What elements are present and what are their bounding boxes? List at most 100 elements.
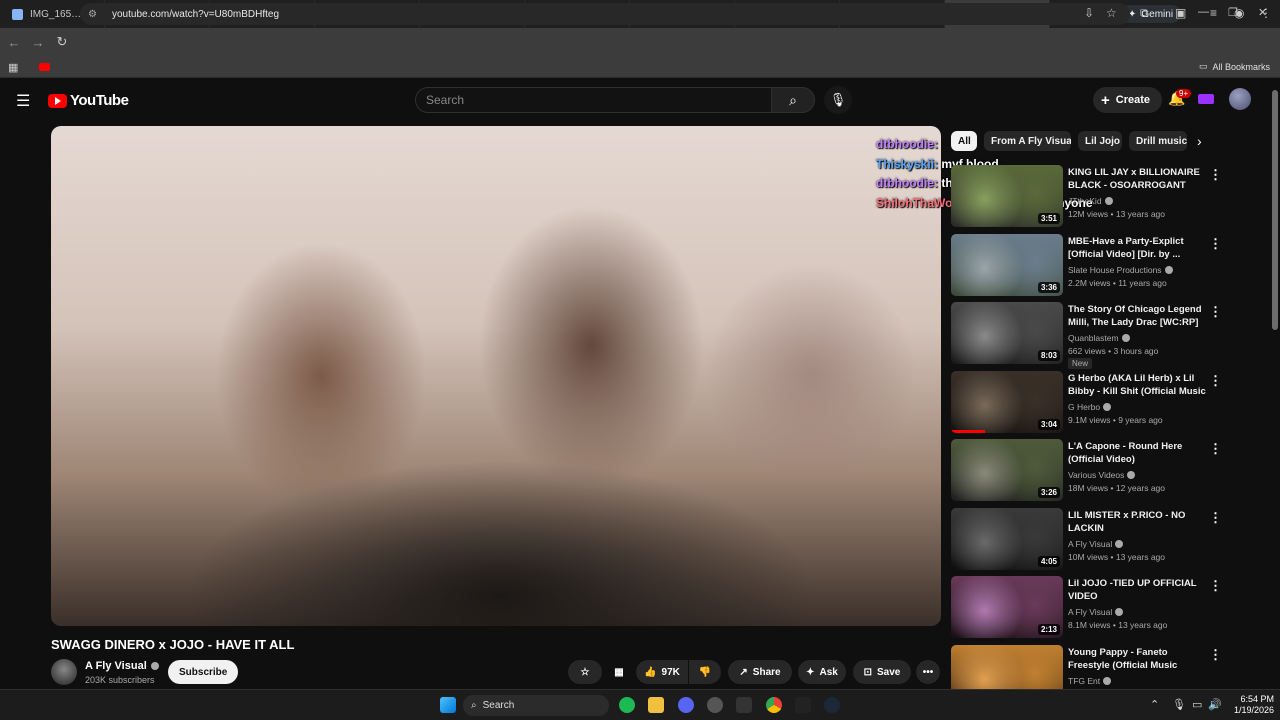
windows-start-icon[interactable]	[440, 697, 456, 713]
video-title[interactable]: The Story Of Chicago Legend Milli, The L…	[1068, 303, 1208, 329]
video-menu-icon[interactable]: ⋮	[1209, 304, 1222, 320]
all-bookmarks-button[interactable]: ▭ All Bookmarks	[1199, 61, 1270, 72]
channel-name-text[interactable]: A Fly Visual	[85, 660, 147, 672]
app-icon[interactable]	[707, 697, 723, 713]
create-button[interactable]: + Create	[1093, 87, 1163, 113]
search-button[interactable]: ⌕	[771, 87, 815, 113]
tray-chevron-icon[interactable]: ⌃	[1150, 698, 1159, 711]
video-thumbnail[interactable]: 3:36	[951, 233, 1063, 296]
mic-tray-icon[interactable]: 🎙	[1172, 698, 1186, 711]
like-button[interactable]: 👍 97K	[636, 660, 688, 684]
video-title[interactable]: Young Pappy - Faneto Freestyle (Official…	[1068, 646, 1208, 673]
url-text[interactable]: youtube.com/watch?v=U80mBDHfteg	[112, 9, 279, 20]
app-icon-2[interactable]	[795, 697, 811, 713]
share-button[interactable]: ↗ Share	[728, 660, 792, 684]
recommended-video[interactable]: 4:05 LIL MISTER x P.RICO - NO LACKIN A Fly…	[951, 507, 1231, 572]
video-menu-icon[interactable]: ⋮	[1209, 510, 1222, 526]
video-channel[interactable]: Various Videos	[1068, 470, 1136, 480]
volume-icon[interactable]: 🔊	[1208, 698, 1222, 711]
filter-chip[interactable]: Lil Jojo	[1078, 131, 1122, 151]
site-info-icon[interactable]: ⚙	[88, 9, 102, 20]
filter-chip[interactable]: All	[951, 131, 977, 151]
video-title[interactable]: KING LIL JAY x BILLIONAIRE BLACK - OSOAR…	[1068, 166, 1208, 192]
forward-icon[interactable]: →	[26, 35, 50, 50]
voice-search-button[interactable]: 🎙	[824, 86, 852, 114]
video-title[interactable]: MBE-Have a Party-Explict [Official Video…	[1068, 235, 1208, 261]
channel-name[interactable]: A Fly Visual	[85, 660, 159, 672]
system-clock[interactable]: 6:54 PM 1/19/2026	[1222, 694, 1274, 716]
video-channel[interactable]: Slate House Productions	[1068, 265, 1173, 275]
video-menu-icon[interactable]: ⋮	[1209, 373, 1222, 389]
more-actions-button[interactable]: •••	[916, 660, 940, 684]
search-input[interactable]	[415, 87, 772, 113]
epic-games-icon[interactable]	[736, 697, 752, 713]
profile-icon[interactable]: ◉	[1234, 6, 1244, 20]
bookmark-star-icon[interactable]: ☆	[1106, 6, 1117, 20]
reload-icon[interactable]: ↻	[50, 34, 74, 50]
spotify-icon[interactable]	[619, 697, 635, 713]
discord-icon[interactable]	[678, 697, 694, 713]
filter-chip[interactable]: Drill music	[1129, 131, 1187, 151]
video-menu-icon[interactable]: ⋮	[1209, 236, 1222, 252]
recommended-video[interactable]: 3:26 L'A Capone - Round Here (Official Vi…	[951, 439, 1231, 503]
video-channel[interactable]: JTtheKid	[1068, 196, 1113, 206]
video-title[interactable]: LIL MISTER x P.RICO - NO LACKIN	[1068, 509, 1208, 535]
page-scrollbar[interactable]	[1272, 90, 1278, 330]
video-channel[interactable]: A Fly Visual	[1068, 607, 1124, 617]
channel-avatar[interactable]	[51, 659, 77, 685]
sidepanel-icon[interactable]: ▣	[1175, 6, 1186, 20]
video-title[interactable]: Lil JOJO -TIED UP OFFICIAL VIDEO	[1068, 577, 1208, 603]
video-thumbnail[interactable]: 8:03	[951, 302, 1063, 364]
file-explorer-icon[interactable]	[648, 697, 664, 713]
star-button[interactable]: ☆	[568, 660, 602, 684]
chip-next-icon[interactable]: ›	[1197, 133, 1202, 149]
video-title[interactable]: G Herbo (AKA Lil Herb) x Lil Bibby - Kil…	[1068, 372, 1208, 399]
extensions-icon[interactable]: ⧉	[1140, 6, 1149, 21]
video-thumbnail[interactable]: 3:26	[951, 439, 1063, 501]
apps-grid-icon[interactable]: ▦	[8, 61, 18, 74]
video-channel[interactable]: G Herbo	[1068, 402, 1112, 412]
youtube-bookmark-icon[interactable]	[39, 63, 50, 71]
video-menu-icon[interactable]: ⋮	[1209, 647, 1222, 663]
ask-button[interactable]: ✦ Ask	[798, 660, 846, 684]
youtube-logo[interactable]: YouTube	[48, 92, 129, 109]
video-title[interactable]: L'A Capone - Round Here (Official Video)	[1068, 440, 1208, 466]
recommended-video[interactable]: 3:36 MBE-Have a Party-Explict [Official V…	[951, 233, 1231, 298]
new-badge: New	[1068, 358, 1093, 369]
grid-button[interactable]: ▦	[605, 660, 633, 684]
browser-menu-icon[interactable]: ⋮	[1260, 6, 1272, 20]
taskbar-search[interactable]: ⌕ Search	[463, 695, 609, 716]
video-menu-icon[interactable]: ⋮	[1209, 578, 1222, 594]
recommended-video[interactable]: 3:51 KING LIL JAY x BILLIONAIRE BLACK - O…	[951, 165, 1231, 229]
install-icon[interactable]: ⇩	[1084, 6, 1094, 20]
video-channel[interactable]: Quanblastem	[1068, 333, 1130, 343]
video-thumbnail[interactable]: 3:04	[951, 370, 1063, 433]
hamburger-menu-icon[interactable]: ☰	[16, 91, 30, 111]
video-thumbnail[interactable]: 4:05	[951, 507, 1063, 570]
back-icon[interactable]: ←	[2, 35, 26, 50]
recommended-video[interactable]: 8:03 The Story Of Chicago Legend Milli, T…	[951, 302, 1231, 369]
video-channel[interactable]: A Fly Visual	[1068, 539, 1124, 549]
chrome-icon[interactable]	[766, 697, 782, 713]
recommended-video[interactable]: 2:13 Lil JOJO -TIED UP OFFICIAL VIDEO A Fl…	[951, 576, 1231, 640]
media-icon[interactable]: ≡	[1210, 6, 1217, 20]
minimize-icon[interactable]: —	[1198, 6, 1209, 18]
video-thumbnail[interactable]: 3:51	[951, 165, 1063, 227]
steam-icon[interactable]	[824, 697, 840, 713]
video-menu-icon[interactable]: ⋮	[1209, 441, 1222, 457]
video-menu-icon[interactable]: ⋮	[1209, 167, 1222, 183]
user-avatar[interactable]	[1229, 88, 1251, 110]
verified-check-icon	[1115, 608, 1124, 616]
video-player[interactable]	[51, 126, 941, 626]
url-bar[interactable]: ⚙ youtube.com/watch?v=U80mBDHfteg	[80, 3, 1130, 25]
filter-chip[interactable]: From A Fly Visual	[984, 131, 1071, 151]
verified-check-icon	[1164, 265, 1173, 274]
video-channel[interactable]: TFG Ent	[1068, 676, 1112, 686]
network-icon[interactable]: ▭	[1192, 698, 1202, 711]
video-thumbnail[interactable]: 2:13	[951, 576, 1063, 638]
recommended-video[interactable]: 3:04 G Herbo (AKA Lil Herb) x Lil Bibby -…	[951, 370, 1231, 435]
extension-icon[interactable]	[1198, 94, 1214, 104]
subscribe-button[interactable]: Subscribe	[168, 660, 239, 684]
dislike-button[interactable]: 👎	[689, 660, 721, 684]
save-button[interactable]: ⊡ Save	[853, 660, 911, 684]
